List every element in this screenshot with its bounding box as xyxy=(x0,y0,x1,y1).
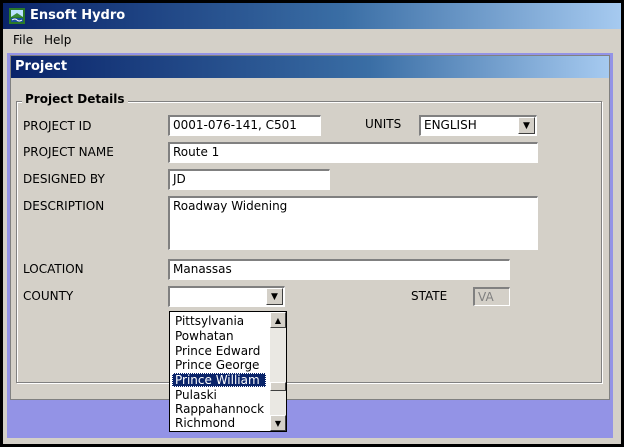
county-list-scrollbar[interactable]: ▲ ▼ xyxy=(270,312,286,431)
list-item[interactable]: Pulaski xyxy=(172,388,266,402)
project-name-label: PROJECT NAME xyxy=(23,145,114,159)
project-window-title-bar[interactable]: Project xyxy=(11,56,609,78)
app-icon xyxy=(9,8,25,24)
list-item[interactable]: Rappahannock xyxy=(172,402,266,416)
menu-bar: File Help xyxy=(3,30,621,52)
chevron-down-icon: ▼ xyxy=(271,291,278,302)
scrollbar-thumb[interactable] xyxy=(270,382,286,391)
units-label: UNITS xyxy=(365,117,402,131)
state-label: STATE xyxy=(411,289,448,303)
description-textarea[interactable]: Roadway Widening xyxy=(168,196,538,250)
project-id-label: PROJECT ID xyxy=(23,119,92,133)
units-value: ENGLISH xyxy=(424,118,477,132)
location-label: LOCATION xyxy=(23,262,84,276)
project-window: Project Project Details PROJECT ID 0001-… xyxy=(10,55,610,400)
state-input: VA xyxy=(473,287,510,306)
chevron-down-icon: ▼ xyxy=(523,120,530,131)
list-item[interactable]: Richmond xyxy=(172,416,266,430)
arrow-down-icon: ▼ xyxy=(274,418,282,428)
county-dropdown-button[interactable]: ▼ xyxy=(266,288,283,305)
mdi-client-area: Project Project Details PROJECT ID 0001-… xyxy=(7,53,613,438)
designed-by-input[interactable]: JD xyxy=(168,169,330,190)
project-name-input[interactable]: Route 1 xyxy=(168,142,538,163)
app-title: Ensoft Hydro xyxy=(30,8,126,23)
list-item[interactable]: Pittsylvania xyxy=(172,314,266,328)
scroll-down-button[interactable]: ▼ xyxy=(270,415,286,431)
county-dropdown-list[interactable]: Pittsylvania Powhatan Prince Edward Prin… xyxy=(169,311,287,432)
title-bar[interactable]: Ensoft Hydro xyxy=(3,3,621,29)
location-input[interactable]: Manassas xyxy=(168,259,510,280)
list-item[interactable]: Prince Edward xyxy=(172,344,266,358)
county-label: COUNTY xyxy=(23,289,74,303)
scroll-up-button[interactable]: ▲ xyxy=(270,312,286,328)
project-details-label: Project Details xyxy=(22,92,128,106)
project-id-input[interactable]: 0001-076-141, C501 xyxy=(168,115,321,136)
description-label: DESCRIPTION xyxy=(23,199,105,213)
menu-file[interactable]: File xyxy=(13,33,33,47)
list-item[interactable]: Powhatan xyxy=(172,329,266,343)
units-dropdown-button[interactable]: ▼ xyxy=(518,117,535,134)
designed-by-label: DESIGNED BY xyxy=(23,172,105,186)
project-window-title: Project xyxy=(15,59,68,74)
arrow-up-icon: ▲ xyxy=(274,315,282,325)
menu-help[interactable]: Help xyxy=(44,33,71,47)
list-item-selected[interactable]: Prince William xyxy=(172,373,266,387)
list-item[interactable]: Prince George xyxy=(172,358,266,372)
app-window: Ensoft Hydro File Help Project Project D… xyxy=(3,3,621,444)
